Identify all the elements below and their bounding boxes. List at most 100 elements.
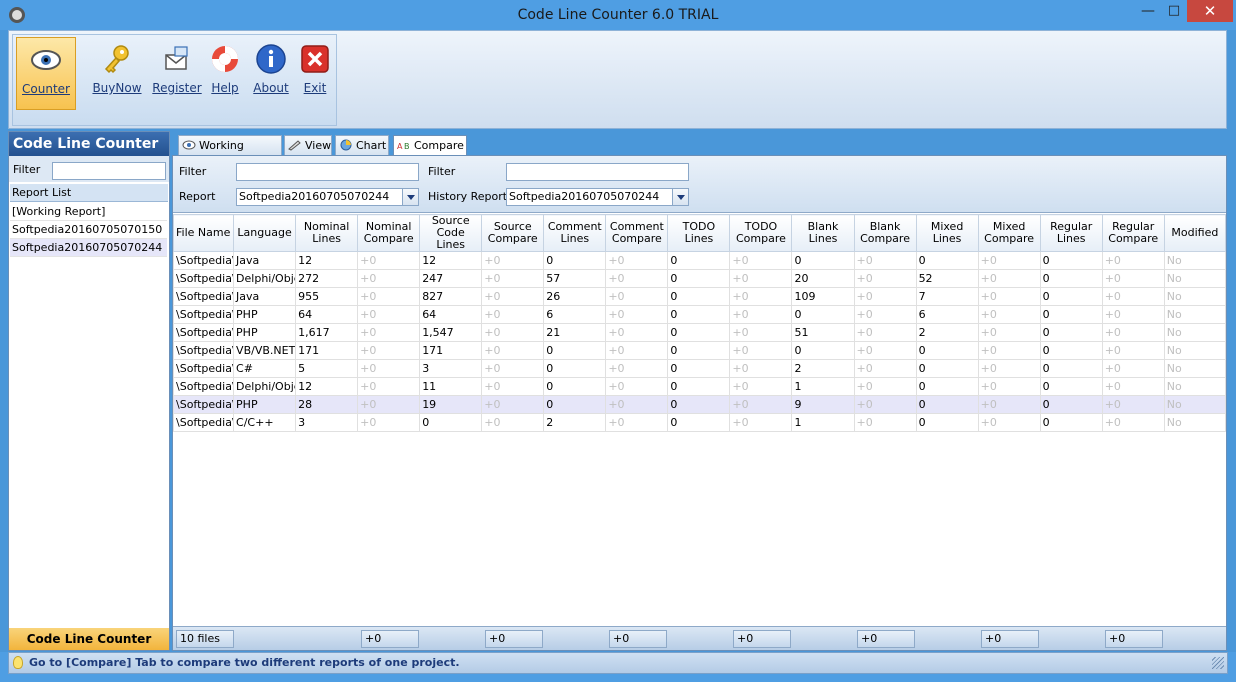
table-row[interactable]: \Softpedia\SoftpediaC#5+03+00+00+02+00+0… bbox=[172, 359, 1227, 378]
column-header[interactable]: Comment Compare bbox=[605, 214, 669, 252]
column-header[interactable]: Regular Lines bbox=[1039, 214, 1103, 252]
column-header[interactable]: Modified bbox=[1163, 214, 1227, 252]
tab-chart[interactable]: Chart bbox=[335, 135, 389, 155]
history-filter-input[interactable] bbox=[506, 163, 689, 181]
table-cell: Java bbox=[233, 287, 297, 306]
table-cell: 26 bbox=[543, 287, 607, 306]
table-cell: No bbox=[1163, 269, 1227, 288]
column-header[interactable]: Language bbox=[233, 214, 297, 252]
table-cell: \Softpedia\Softpedia bbox=[172, 341, 235, 360]
footer-todo-compare: +0 bbox=[733, 630, 791, 648]
tab-compare[interactable]: A B Compare bbox=[393, 135, 467, 156]
table-cell: +0 bbox=[1101, 359, 1165, 378]
table-row[interactable]: \Softpedia\SoftpediaVB/VB.NET171+0171+00… bbox=[172, 341, 1227, 360]
left-panel-footer-button[interactable]: Code Line Counter bbox=[9, 628, 169, 650]
column-header[interactable]: Blank Lines bbox=[791, 214, 855, 252]
table-cell: 247 bbox=[419, 269, 483, 288]
table-cell: PHP bbox=[233, 323, 297, 342]
table-cell: 0 bbox=[915, 341, 979, 360]
table-cell: +0 bbox=[357, 395, 421, 414]
column-header[interactable]: Mixed Compare bbox=[977, 214, 1041, 252]
table-row[interactable]: \Softpedia\SoftpediaJava955+0827+026+00+… bbox=[172, 287, 1227, 306]
table-footer: 10 files +0 +0 +0 +0 +0 +0 +0 bbox=[173, 626, 1226, 650]
tab-working-report[interactable]: Working Report bbox=[178, 135, 282, 172]
table-cell: +0 bbox=[605, 395, 669, 414]
table-cell: Java bbox=[233, 251, 297, 270]
register-icon bbox=[165, 46, 188, 70]
counter-button[interactable]: Counter bbox=[16, 37, 76, 110]
table-cell: +0 bbox=[605, 341, 669, 360]
column-header[interactable]: Mixed Lines bbox=[915, 214, 979, 252]
column-header[interactable]: Source Compare bbox=[481, 214, 545, 252]
minimize-button[interactable]: — bbox=[1135, 0, 1161, 22]
table-cell: 7 bbox=[915, 287, 979, 306]
help-button[interactable]: Help bbox=[208, 37, 242, 109]
tab-view-label: View bbox=[305, 139, 332, 152]
resize-grip-icon[interactable] bbox=[1212, 657, 1224, 669]
filter-input[interactable] bbox=[236, 163, 419, 181]
chevron-down-icon[interactable] bbox=[402, 189, 418, 205]
table-cell: +0 bbox=[729, 269, 793, 288]
tab-view[interactable]: View bbox=[284, 135, 332, 155]
table-cell: 0 bbox=[1039, 287, 1103, 306]
table-cell: 3 bbox=[419, 359, 483, 378]
table-cell: 0 bbox=[915, 377, 979, 396]
about-label: About bbox=[253, 81, 289, 95]
table-cell: 0 bbox=[1039, 395, 1103, 414]
history-report-select[interactable]: Softpedia20160705070244 bbox=[506, 188, 689, 206]
column-header[interactable]: Regular Compare bbox=[1101, 214, 1165, 252]
table-cell: \Softpedia\Softpedia bbox=[172, 323, 235, 342]
maximize-button[interactable]: □ bbox=[1161, 0, 1187, 22]
column-header[interactable]: Blank Compare bbox=[853, 214, 917, 252]
buynow-button[interactable]: BuyNow bbox=[89, 37, 145, 109]
report-select[interactable]: Softpedia20160705070244 bbox=[236, 188, 419, 206]
table-row[interactable]: \Softpedia\SoftpediaJava12+012+00+00+00+… bbox=[172, 251, 1227, 270]
table-cell: 0 bbox=[1039, 305, 1103, 324]
table-cell: 827 bbox=[419, 287, 483, 306]
close-window-button[interactable]: ✕ bbox=[1187, 0, 1233, 22]
ribbon: Counter BuyNow Register Help About Exit bbox=[8, 30, 1227, 129]
table-row[interactable]: \Softpedia\SoftpediaPHP28+019+00+00+09+0… bbox=[172, 395, 1227, 414]
column-header[interactable]: Source Code Lines bbox=[419, 214, 483, 252]
column-header[interactable]: File Name bbox=[172, 214, 235, 252]
exit-button[interactable]: Exit bbox=[298, 37, 332, 109]
table-row[interactable]: \Softpedia\SoftpediaPHP1,617+01,547+021+… bbox=[172, 323, 1227, 342]
table-cell: Delphi/Object Pascal bbox=[233, 377, 297, 396]
chevron-down-icon[interactable] bbox=[672, 189, 688, 205]
status-panel: Go to [Compare] Tab to compare two diffe… bbox=[8, 652, 1228, 674]
table-cell: 0 bbox=[667, 341, 731, 360]
compare-ab-icon: AB bbox=[397, 142, 410, 151]
eye-icon bbox=[182, 140, 196, 150]
register-button[interactable]: Register bbox=[152, 37, 202, 109]
column-header[interactable]: Nominal Compare bbox=[357, 214, 421, 252]
table-cell: 64 bbox=[419, 305, 483, 324]
table-cell: +0 bbox=[729, 251, 793, 270]
about-button[interactable]: About bbox=[251, 37, 291, 109]
table-cell: 0 bbox=[1039, 251, 1103, 270]
table-cell: +0 bbox=[977, 323, 1041, 342]
table-row[interactable]: \Softpedia\SoftpediaPHP64+064+06+00+00+0… bbox=[172, 305, 1227, 324]
table-cell: +0 bbox=[853, 395, 917, 414]
table-row[interactable]: \Softpedia\SoftpediaDelphi/Object Pascal… bbox=[172, 269, 1227, 288]
column-header[interactable]: Comment Lines bbox=[543, 214, 607, 252]
column-header[interactable]: TODO Lines bbox=[667, 214, 731, 252]
table-row[interactable]: \Softpedia\SoftpediaDelphi/Object Pascal… bbox=[172, 377, 1227, 396]
report-list-item[interactable]: Softpedia20160705070150 bbox=[10, 221, 167, 239]
ribbon-group: Counter BuyNow Register Help About Exit bbox=[12, 34, 337, 126]
left-filter-input[interactable] bbox=[52, 162, 166, 180]
buynow-label: BuyNow bbox=[92, 81, 142, 95]
status-bar: Go to [Compare] Tab to compare two diffe… bbox=[0, 652, 1236, 682]
table-cell: \Softpedia\Softpedia bbox=[172, 251, 235, 270]
window-title: Code Line Counter 6.0 TRIAL bbox=[517, 7, 719, 23]
table-cell: \Softpedia\Softpedia bbox=[172, 395, 235, 414]
report-list-header: Report List bbox=[10, 184, 168, 202]
column-header[interactable]: TODO Compare bbox=[729, 214, 793, 252]
chart-icon bbox=[340, 139, 352, 151]
column-header[interactable]: Nominal Lines bbox=[295, 214, 359, 252]
report-list-item-selected[interactable]: Softpedia20160705070244 bbox=[10, 239, 167, 257]
table-cell: \Softpedia\Softpedia bbox=[172, 413, 235, 432]
report-list-item[interactable]: [Working Report] bbox=[10, 203, 167, 221]
table-cell: 0 bbox=[1039, 269, 1103, 288]
table-row[interactable]: \Softpedia\SoftpediaC/C++3+00+02+00+01+0… bbox=[172, 413, 1227, 432]
table-cell: +0 bbox=[853, 305, 917, 324]
